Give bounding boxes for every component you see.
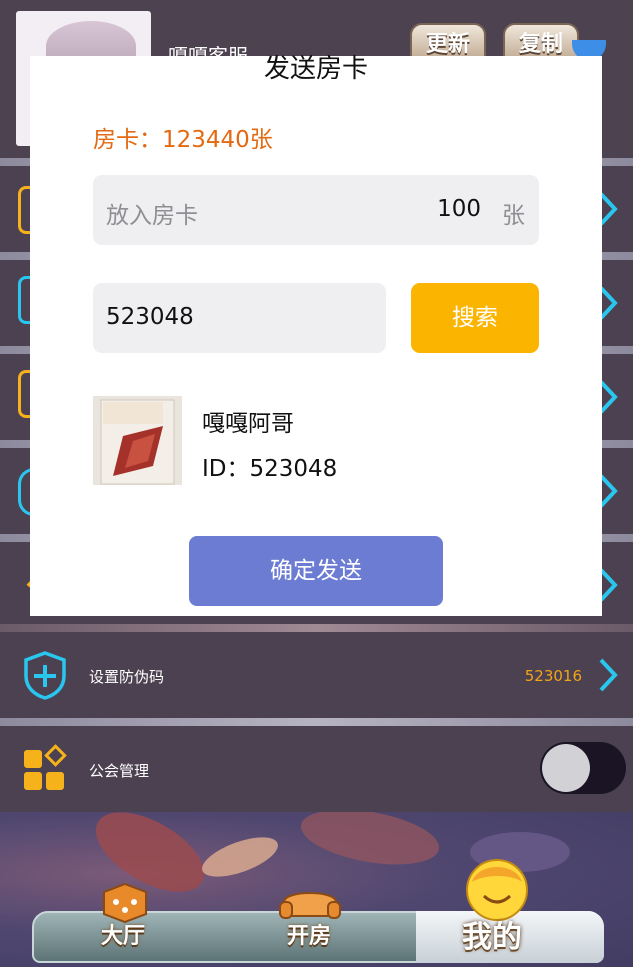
nav-room[interactable]: 开房: [287, 918, 331, 950]
menu-row-guild[interactable]: 公会管理: [0, 726, 633, 812]
anti-fake-value: 523016: [524, 667, 582, 685]
divider: [0, 718, 633, 726]
anti-fake-label: 设置防伪码: [89, 668, 165, 686]
grid-diamond-icon: [24, 744, 67, 790]
nav-hall[interactable]: 大厅: [101, 918, 145, 950]
guild-toggle[interactable]: [540, 742, 626, 794]
card-balance: 房卡：123440张: [93, 127, 273, 153]
card-amount-placeholder: 放入房卡: [106, 203, 198, 229]
guild-label: 公会管理: [89, 762, 150, 780]
card-amount-field[interactable]: 放入房卡 100 张: [93, 175, 539, 245]
search-button[interactable]: 搜索: [411, 283, 539, 353]
divider: [0, 624, 633, 632]
player-id-value[interactable]: 523048: [106, 304, 194, 330]
chevron-right-icon: [599, 658, 618, 692]
menu-row-anti-fake[interactable]: 设置防伪码 523016: [0, 632, 633, 718]
nav-mine[interactable]: 我的: [462, 912, 522, 956]
user-avatar: [93, 396, 182, 485]
confirm-send-button[interactable]: 确定发送: [189, 536, 443, 606]
user-name: 嘎嘎阿哥: [202, 411, 294, 437]
card-amount-unit: 张: [502, 203, 525, 229]
toggle-knob: [542, 744, 590, 792]
send-card-dialog: 发送房卡 房卡：123440张 放入房卡 100 张 523048 搜索 嘎嘎阿…: [30, 54, 602, 616]
dialog-title: 发送房卡: [263, 54, 368, 84]
player-id-input[interactable]: 523048: [93, 283, 386, 353]
user-id: ID：523048: [202, 456, 338, 482]
shield-plus-icon: [24, 651, 66, 700]
card-amount-value[interactable]: 100: [437, 196, 481, 222]
